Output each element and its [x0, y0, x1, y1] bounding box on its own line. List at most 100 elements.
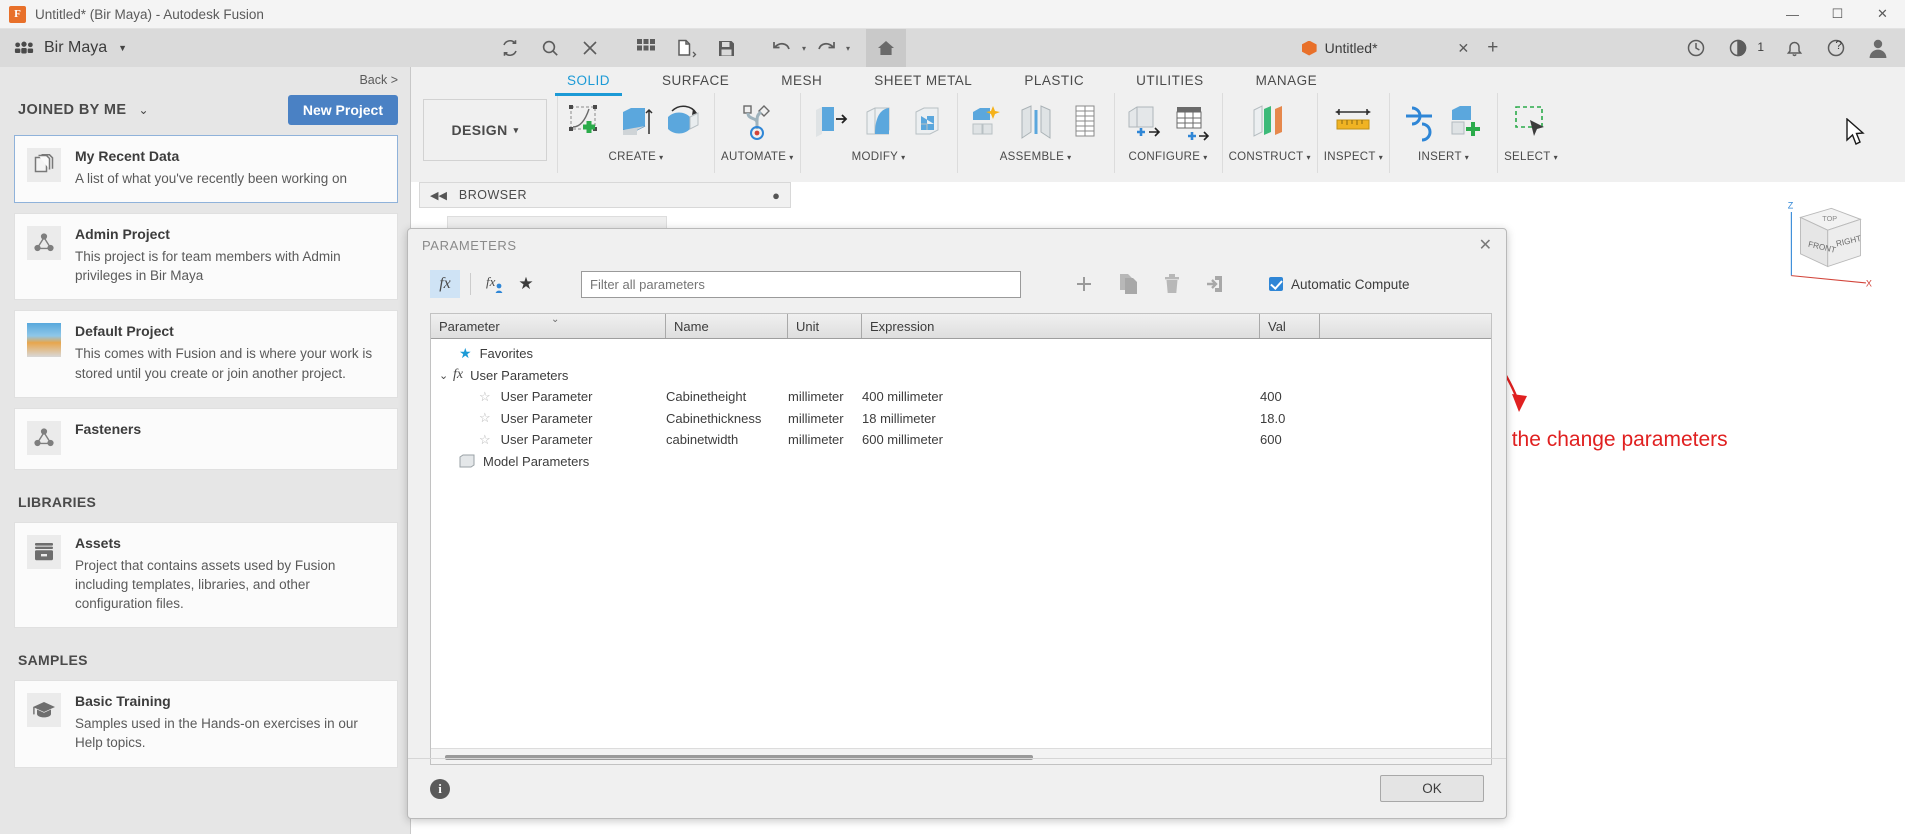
info-icon[interactable]: i: [430, 778, 450, 799]
fillet-icon[interactable]: [856, 99, 902, 145]
table-row[interactable]: ☆ User Parameter Cabinetheight millimete…: [431, 386, 1491, 408]
fx-icon[interactable]: fx: [430, 270, 460, 298]
cell-unit[interactable]: millimeter: [788, 411, 862, 426]
shell-icon[interactable]: [905, 99, 951, 145]
export-icon[interactable]: [1201, 270, 1231, 298]
insert-mcmaster-icon[interactable]: [1445, 99, 1491, 145]
list-item[interactable]: My Recent Data A list of what you've rec…: [14, 135, 398, 204]
delete-icon[interactable]: [1157, 270, 1187, 298]
new-project-button[interactable]: New Project: [287, 95, 398, 125]
joint-icon[interactable]: [1013, 99, 1059, 145]
filter-parameters-input[interactable]: [581, 270, 1021, 298]
parameters-table[interactable]: Parameter Name Unit Expression Val ⌄ ★ F…: [430, 313, 1492, 765]
add-parameter-button[interactable]: [1069, 270, 1099, 298]
back-link[interactable]: Back >: [0, 67, 410, 89]
help-icon[interactable]: ?: [1817, 29, 1855, 67]
ribbon-group-label[interactable]: SELECT ▾: [1504, 151, 1558, 163]
cell-expression[interactable]: 18 millimeter: [862, 411, 1260, 426]
ok-button[interactable]: OK: [1380, 775, 1484, 802]
press-pull-icon[interactable]: [807, 99, 853, 145]
home-icon[interactable]: [866, 29, 907, 67]
view-cube[interactable]: FRONT RIGHT TOP Z X: [1775, 192, 1875, 292]
new-file-icon[interactable]: [666, 29, 706, 67]
new-tab-button[interactable]: +: [1487, 37, 1498, 59]
checkbox-checked-icon[interactable]: [1269, 277, 1283, 291]
list-item[interactable]: Admin Project This project is for team m…: [14, 213, 398, 301]
close-window-button[interactable]: ✕: [1860, 0, 1905, 29]
tab-sheet-metal[interactable]: SHEET METAL: [848, 67, 998, 93]
new-component-icon[interactable]: [964, 99, 1010, 145]
workspace-switcher[interactable]: DESIGN ▾: [423, 99, 547, 161]
table-group-model-parameters[interactable]: Model Parameters: [431, 451, 1491, 473]
star-outline-icon[interactable]: ☆: [479, 410, 491, 426]
browser-options-icon[interactable]: ●: [772, 188, 780, 203]
ribbon-group-label[interactable]: INSERT ▾: [1418, 151, 1469, 163]
table-row[interactable]: ☆ User Parameter Cabinethickness millime…: [431, 408, 1491, 430]
fx-user-parameter-icon[interactable]: fx: [481, 270, 511, 298]
offset-plane-icon[interactable]: [1247, 99, 1293, 145]
cell-unit[interactable]: millimeter: [788, 432, 862, 447]
redo-icon[interactable]: [806, 29, 846, 67]
cell-unit[interactable]: millimeter: [788, 389, 862, 404]
ribbon-group-label[interactable]: INSPECT ▾: [1324, 151, 1383, 163]
select-window-icon[interactable]: [1508, 99, 1554, 145]
list-item[interactable]: Basic Training Samples used in the Hands…: [14, 680, 398, 768]
column-header-parameter[interactable]: Parameter: [431, 314, 666, 338]
column-header-expression[interactable]: Expression: [862, 314, 1260, 338]
automate-icon[interactable]: [734, 99, 780, 145]
revolve-icon[interactable]: [662, 99, 708, 145]
column-header-name[interactable]: Name: [666, 314, 788, 338]
as-built-joint-icon[interactable]: [1062, 99, 1108, 145]
favorite-star-icon[interactable]: ★: [511, 270, 541, 298]
configure-icon[interactable]: [1121, 99, 1167, 145]
chevron-down-icon[interactable]: ⌄: [138, 103, 148, 117]
undo-icon[interactable]: [762, 29, 802, 67]
list-item[interactable]: Default Project This comes with Fusion a…: [14, 310, 398, 398]
tab-solid[interactable]: SOLID: [541, 67, 636, 96]
tab-manage[interactable]: MANAGE: [1230, 67, 1344, 93]
table-row[interactable]: ☆ User Parameter cabinetwidth millimeter…: [431, 429, 1491, 451]
collapse-left-icon[interactable]: ◀◀: [430, 189, 447, 202]
close-panel-icon[interactable]: [570, 29, 610, 67]
insert-derive-icon[interactable]: [1396, 99, 1442, 145]
list-item[interactable]: Assets Project that contains assets used…: [14, 521, 398, 629]
maximize-button[interactable]: ☐: [1815, 0, 1860, 29]
cell-name[interactable]: Cabinethickness: [666, 411, 788, 426]
configure-table-icon[interactable]: [1170, 99, 1216, 145]
ribbon-group-label[interactable]: AUTOMATE ▾: [721, 151, 794, 163]
duplicate-icon[interactable]: [1113, 270, 1143, 298]
job-status-icon[interactable]: [1677, 29, 1715, 67]
table-group-favorites[interactable]: ★ Favorites: [431, 343, 1491, 365]
document-tab[interactable]: Untitled* ✕ +: [1301, 37, 1498, 59]
measure-icon[interactable]: [1330, 99, 1376, 145]
document-tab-close-icon[interactable]: ✕: [1458, 40, 1470, 57]
search-icon[interactable]: [530, 29, 570, 67]
list-item[interactable]: Fasteners: [14, 407, 398, 470]
column-header-value[interactable]: Val: [1260, 314, 1320, 338]
create-sketch-icon[interactable]: [564, 99, 610, 145]
browser-panel-header[interactable]: ◀◀ BROWSER ●: [419, 182, 791, 208]
tab-surface[interactable]: SURFACE: [636, 67, 755, 93]
extension-manager-icon[interactable]: 1: [1719, 29, 1764, 67]
cell-name[interactable]: Cabinetheight: [666, 389, 788, 404]
ribbon-group-label[interactable]: MODIFY ▾: [852, 151, 906, 163]
cell-expression[interactable]: 600 millimeter: [862, 432, 1260, 447]
refresh-icon[interactable]: [490, 29, 530, 67]
automatic-compute-toggle[interactable]: Automatic Compute: [1269, 277, 1410, 292]
table-group-user-parameters[interactable]: ⌄ fx User Parameters: [431, 365, 1491, 387]
team-selector[interactable]: Bir Maya ▼: [0, 39, 490, 57]
ribbon-group-label[interactable]: CONFIGURE ▾: [1129, 151, 1208, 163]
avatar[interactable]: [1859, 29, 1897, 67]
tab-mesh[interactable]: MESH: [755, 67, 848, 93]
chevron-down-icon[interactable]: ⌄: [439, 369, 453, 382]
dialog-title-bar[interactable]: PARAMETERS ✕: [408, 229, 1506, 261]
star-outline-icon[interactable]: ☆: [479, 389, 491, 405]
column-header-unit[interactable]: Unit: [788, 314, 862, 338]
ribbon-group-label[interactable]: CONSTRUCT ▾: [1229, 151, 1311, 163]
grid-icon[interactable]: [626, 29, 666, 67]
star-outline-icon[interactable]: ☆: [479, 432, 491, 448]
ribbon-group-label[interactable]: ASSEMBLE ▾: [1000, 151, 1072, 163]
save-icon[interactable]: [706, 29, 746, 67]
minimize-button[interactable]: —: [1770, 0, 1815, 29]
ribbon-group-label[interactable]: CREATE ▾: [609, 151, 664, 163]
